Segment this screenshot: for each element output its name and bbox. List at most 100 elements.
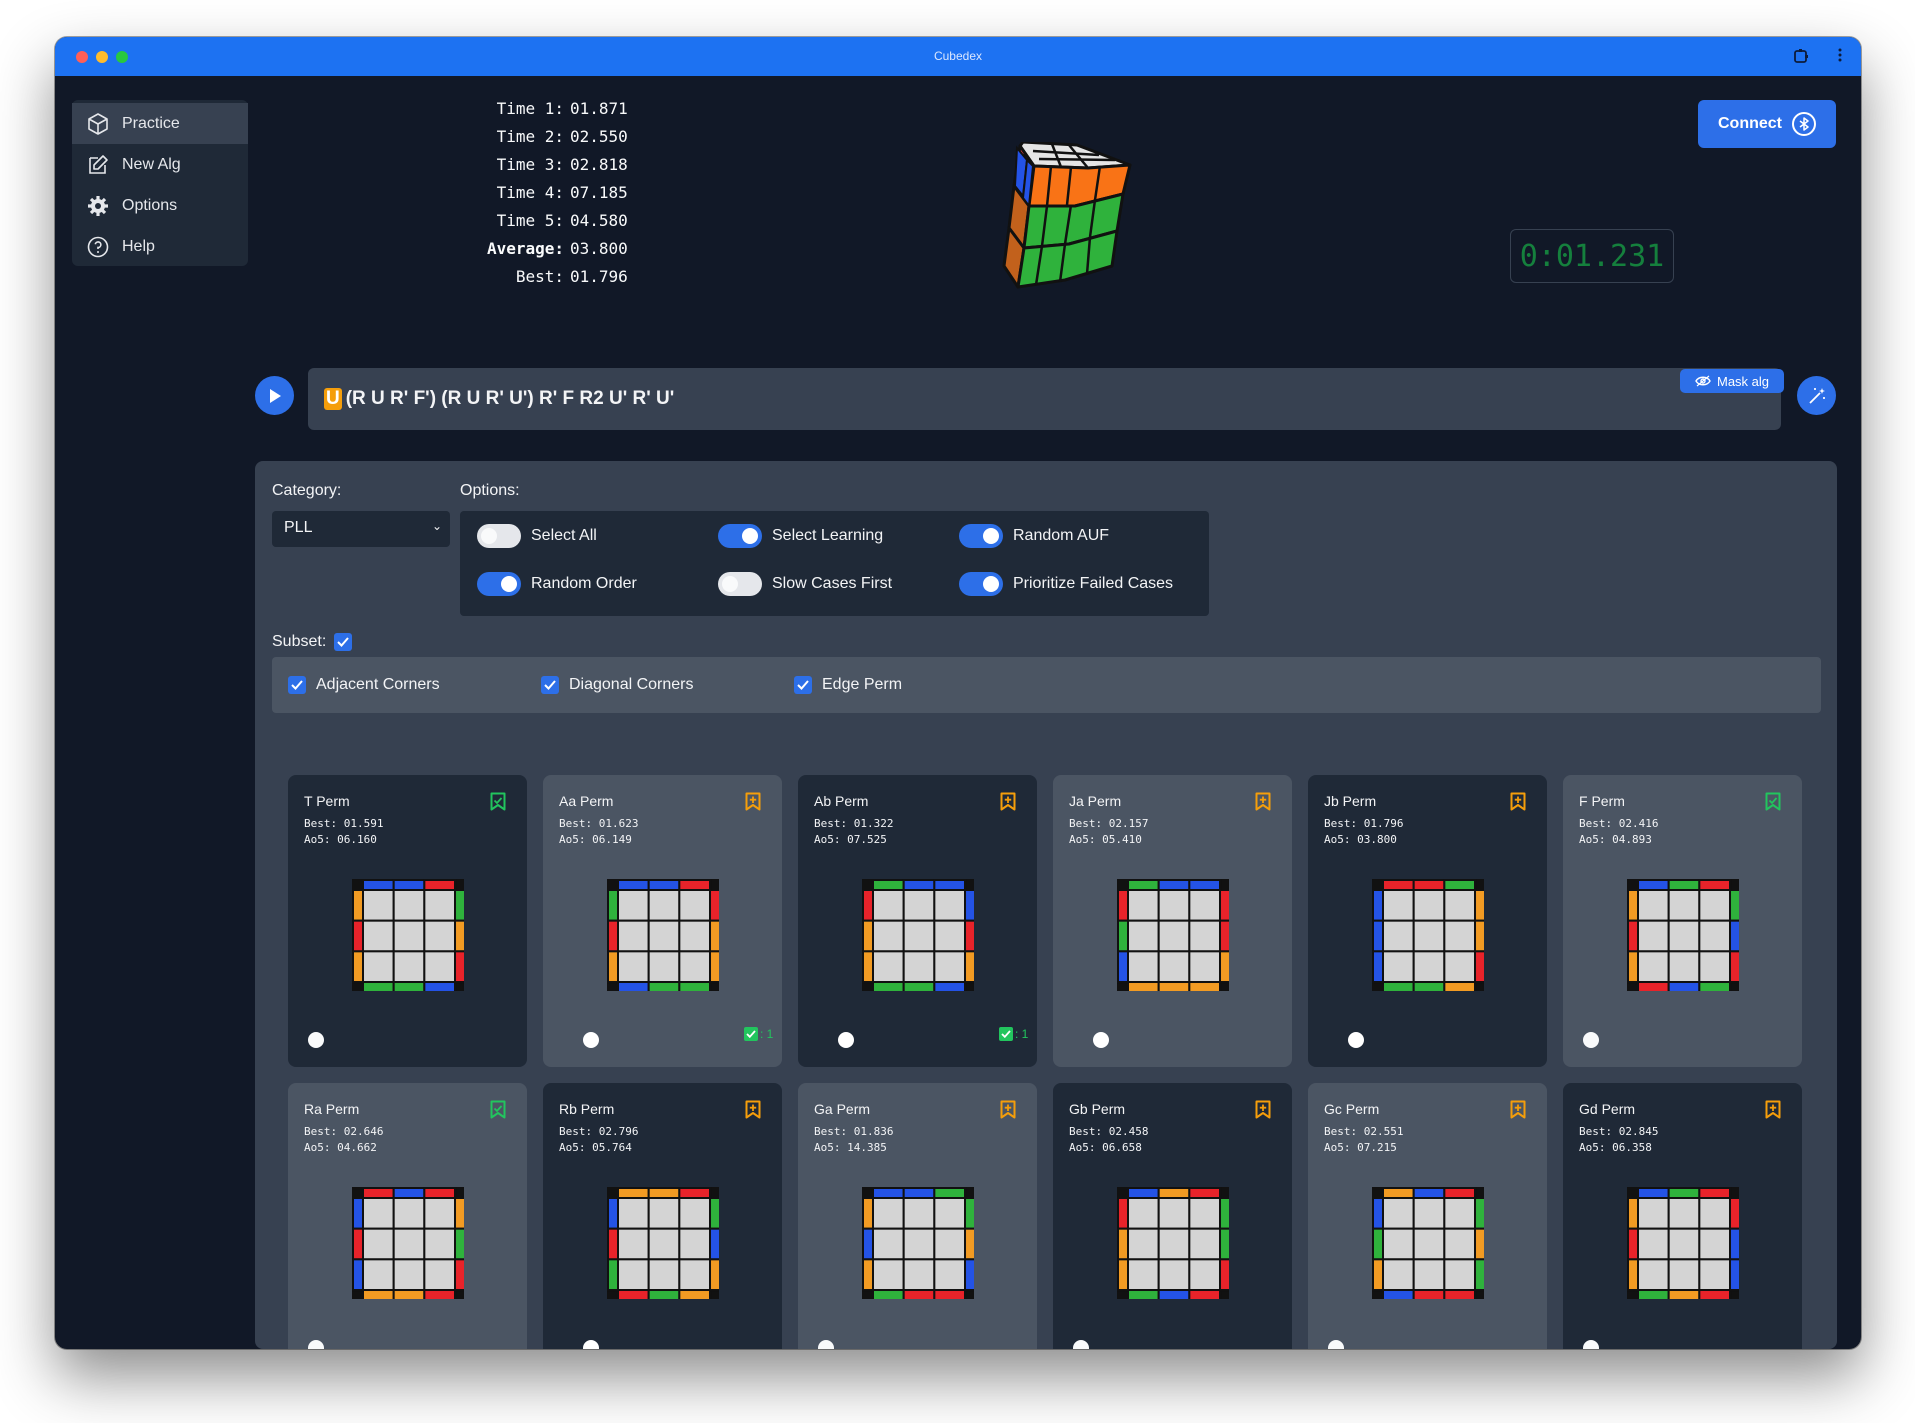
- subset-edge-perm[interactable]: Edge Perm: [794, 676, 902, 694]
- case-card-ab-perm[interactable]: Ab Perm Best: 01.322 Ao5: 07.525: 1: [798, 775, 1037, 1067]
- subset-checkbox[interactable]: [794, 676, 812, 694]
- mask-alg-button[interactable]: Mask alg: [1680, 369, 1784, 393]
- pll-diagram: [352, 1187, 467, 1302]
- diagram-edge-top: [1157, 879, 1191, 891]
- diagram-edge-left: [862, 919, 874, 953]
- subset-checkbox[interactable]: [334, 633, 353, 651]
- diagram-edge-bottom: [1127, 1289, 1160, 1302]
- bookmark-plus-icon[interactable]: [1765, 1100, 1781, 1124]
- toggle-knob: [1583, 1032, 1599, 1048]
- case-ao5: Ao5: 14.385: [814, 1141, 887, 1154]
- diagram-edge-bottom: [902, 981, 936, 994]
- diagram-edge-top: [1382, 879, 1415, 891]
- sidebar-item-help[interactable]: Help: [72, 226, 248, 267]
- bookmark-plus-icon[interactable]: [745, 792, 761, 816]
- case-card-gd-perm[interactable]: Gd Perm Best: 02.845 Ao5: 06.358: [1563, 1083, 1802, 1349]
- case-best: Best: 02.845: [1579, 1125, 1659, 1138]
- case-card-t-perm[interactable]: T Perm Best: 01.591 Ao5: 06.160: [288, 775, 527, 1067]
- option-toggle[interactable]: [477, 572, 521, 596]
- sidebar-item-new-alg[interactable]: New Alg: [72, 144, 248, 185]
- diagram-edge-left: [1372, 1258, 1384, 1292]
- diagram-edge-right: [709, 919, 722, 953]
- stat-value: 02.550: [570, 127, 628, 146]
- case-card-gb-perm[interactable]: Gb Perm Best: 02.458 Ao5: 06.658: [1053, 1083, 1292, 1349]
- diagram-sticker: [678, 950, 712, 984]
- toggle-knob: [481, 528, 497, 544]
- diagram-edge-right: [1474, 1227, 1487, 1261]
- case-card-f-perm[interactable]: F Perm Best: 02.416 Ao5: 04.893: [1563, 775, 1802, 1067]
- diagram-sticker: [1382, 950, 1415, 984]
- diagram-edge-right: [964, 919, 977, 953]
- play-button[interactable]: [255, 376, 294, 415]
- case-name: T Perm: [304, 793, 350, 809]
- sidebar-item-options[interactable]: Options: [72, 185, 248, 226]
- option-toggle[interactable]: [718, 524, 762, 548]
- diagram-edge-right: [1729, 1258, 1742, 1292]
- diagram-sticker: [1637, 1258, 1670, 1292]
- diagram-edge-right: [1219, 950, 1232, 984]
- diagram-sticker: [647, 919, 681, 953]
- option-toggle[interactable]: [718, 572, 762, 596]
- bookmark-plus-icon[interactable]: [1000, 792, 1016, 816]
- toggle-knob: [1348, 1032, 1364, 1048]
- diagram-edge-top: [392, 879, 426, 891]
- diagram-edge-top: [362, 879, 395, 891]
- case-card-ga-perm[interactable]: Ga Perm Best: 01.836 Ao5: 14.385: [798, 1083, 1037, 1349]
- connect-button[interactable]: Connect: [1698, 100, 1836, 148]
- case-name: Rb Perm: [559, 1101, 615, 1117]
- case-best: Best: 02.416: [1579, 817, 1659, 830]
- diagram-edge-left: [1627, 1197, 1639, 1230]
- stat-value: 01.796: [570, 267, 628, 286]
- more-vertical-icon[interactable]: [1837, 46, 1843, 69]
- category-select[interactable]: PLL ⌄: [272, 511, 450, 547]
- case-card-jb-perm[interactable]: Jb Perm Best: 01.796 Ao5: 03.800: [1308, 775, 1547, 1067]
- diagram-edge-right: [1474, 919, 1487, 953]
- case-card-ja-perm[interactable]: Ja Perm Best: 02.157 Ao5: 05.410: [1053, 775, 1292, 1067]
- sidebar-item-practice[interactable]: Practice: [72, 103, 248, 144]
- bookmark-plus-icon[interactable]: [1510, 1100, 1526, 1124]
- case-card-aa-perm[interactable]: Aa Perm Best: 01.623 Ao5: 06.149: 1: [543, 775, 782, 1067]
- pll-diagram: [1627, 879, 1742, 994]
- bookmark-plus-icon[interactable]: [1255, 1100, 1271, 1124]
- diagram-edge-bottom: [1188, 981, 1222, 994]
- diagram-sticker: [872, 1227, 905, 1261]
- option-toggle[interactable]: [959, 572, 1003, 596]
- stat-value: 04.580: [570, 211, 628, 230]
- diagram-edge-top: [617, 879, 650, 891]
- bookmark-plus-icon[interactable]: [745, 1100, 761, 1124]
- bookmark-plus-icon[interactable]: [1510, 792, 1526, 816]
- magic-wand-button[interactable]: [1797, 376, 1836, 415]
- case-card-gc-perm[interactable]: Gc Perm Best: 02.551 Ao5: 07.215: [1308, 1083, 1547, 1349]
- diagram-edge-left: [607, 1197, 619, 1230]
- bookmark-check-icon[interactable]: [490, 1100, 506, 1124]
- bookmark-plus-icon[interactable]: [1255, 792, 1271, 816]
- edit-icon: [89, 154, 108, 174]
- diagram-sticker: [1412, 889, 1446, 922]
- diagram-edge-bottom: [617, 1289, 650, 1302]
- option-prioritize-failed-cases: Prioritize Failed Cases: [959, 572, 1173, 596]
- pll-diagram: [1627, 1187, 1742, 1302]
- case-card-ra-perm[interactable]: Ra Perm Best: 02.646 Ao5: 04.662: [288, 1083, 527, 1349]
- diagram-edge-bottom: [678, 981, 712, 994]
- bookmark-plus-icon[interactable]: [1000, 1100, 1016, 1124]
- subset-diagonal-corners[interactable]: Diagonal Corners: [541, 676, 694, 694]
- algorithm-display: U (R U R' F') (R U R' U') R' F R2 U' R' …: [308, 368, 1781, 430]
- options-label: Options:: [460, 482, 520, 499]
- option-toggle[interactable]: [959, 524, 1003, 548]
- app-window: Cubedex Practice New Alg Options Help Ti…: [55, 37, 1861, 1349]
- diagram-edge-bottom: [678, 1289, 712, 1302]
- subset-checkbox[interactable]: [541, 676, 559, 694]
- subset-adjacent-corners[interactable]: Adjacent Corners: [288, 676, 440, 694]
- diagram-edge-bottom: [1637, 981, 1670, 994]
- option-toggle[interactable]: [477, 524, 521, 548]
- subset-checkbox[interactable]: [288, 676, 306, 694]
- practice-panel: Category: PLL ⌄ Options: Select All Selec…: [255, 461, 1837, 1349]
- case-card-rb-perm[interactable]: Rb Perm Best: 02.796 Ao5: 05.764: [543, 1083, 782, 1349]
- extension-icon[interactable]: [1792, 47, 1810, 70]
- diagram-sticker: [617, 1258, 650, 1292]
- diagram-sticker: [1157, 919, 1191, 953]
- bookmark-check-icon[interactable]: [490, 792, 506, 816]
- diagram-sticker: [872, 1197, 905, 1230]
- bookmark-check-icon[interactable]: [1765, 792, 1781, 816]
- gear-icon: [88, 195, 108, 216]
